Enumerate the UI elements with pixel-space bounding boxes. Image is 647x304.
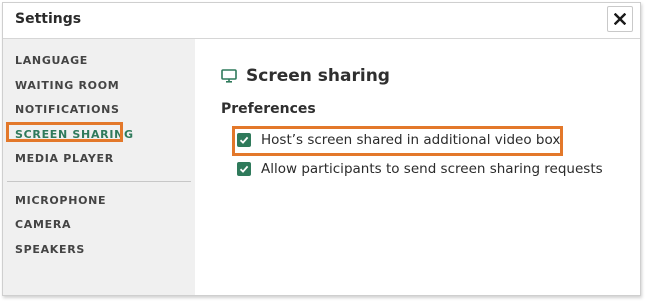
settings-content: Screen sharing Preferences Host’s screen… [195,39,640,295]
monitor-icon [221,69,246,83]
checkbox-host-screen-additional-box[interactable] [237,133,251,147]
dialog-title: Settings [15,11,82,27]
option-host-screen-additional-box[interactable]: Host’s screen shared in additional video… [237,132,560,148]
sidebar-item-media-player[interactable]: MEDIA PLAYER [15,152,114,165]
screen-sharing-highlight-box [6,122,123,142]
sidebar-item-speakers[interactable]: SPEAKERS [15,243,85,256]
close-icon [614,13,626,25]
option-allow-screen-sharing-requests[interactable]: Allow participants to send screen sharin… [237,161,603,177]
sidebar-divider [7,181,191,182]
settings-dialog: Settings LANGUAGE WAITING ROOM NOTIFICAT… [2,2,641,296]
close-button[interactable] [607,6,633,32]
sidebar-item-notifications[interactable]: NOTIFICATIONS [15,103,120,116]
section-title: Screen sharing [246,66,390,86]
sidebar-item-waiting-room[interactable]: WAITING ROOM [15,79,119,92]
sidebar-item-microphone[interactable]: MICROPHONE [15,194,106,207]
checkmark-icon [239,136,249,144]
section-header: Screen sharing [221,66,390,86]
sidebar-item-language[interactable]: LANGUAGE [15,54,88,67]
settings-sidebar: LANGUAGE WAITING ROOM NOTIFICATIONS SCRE… [3,39,195,295]
option-label: Allow participants to send screen sharin… [261,161,603,177]
preferences-heading: Preferences [221,101,316,117]
option-label: Host’s screen shared in additional video… [261,132,561,148]
checkbox-allow-screen-sharing-requests[interactable] [237,162,251,176]
checkmark-icon [239,165,249,173]
dialog-title-bar: Settings [3,3,640,39]
sidebar-item-camera[interactable]: CAMERA [15,218,71,231]
